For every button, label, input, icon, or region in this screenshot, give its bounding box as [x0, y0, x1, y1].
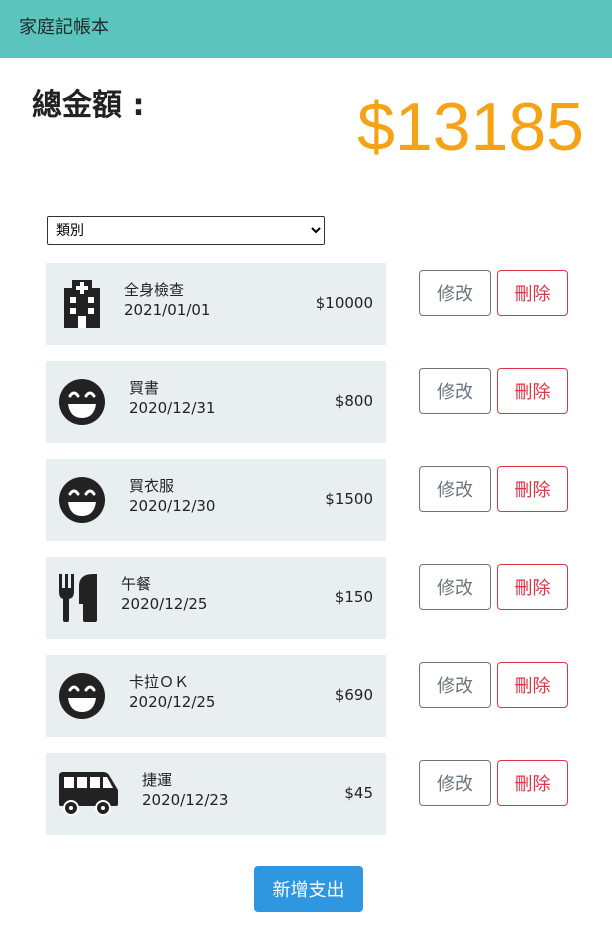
record-date: 2020/12/30: [129, 497, 216, 515]
category-filter-select[interactable]: 類別: [47, 216, 325, 245]
edit-button[interactable]: 修改: [419, 760, 491, 806]
record-name: 卡拉ＯＫ: [129, 673, 190, 691]
edit-button[interactable]: 修改: [419, 270, 491, 316]
record-amount: $150: [334, 588, 373, 606]
record-item: 午餐 2020/12/25 $150: [46, 557, 386, 639]
record-name: 買衣服: [129, 477, 175, 495]
delete-button[interactable]: 刪除: [497, 368, 568, 414]
smile-icon: [56, 475, 108, 525]
record-name: 午餐: [121, 575, 152, 593]
record-item: 買書 2020/12/31 $800: [46, 361, 386, 443]
delete-button[interactable]: 刪除: [497, 564, 568, 610]
record-date: 2020/12/23: [142, 791, 229, 809]
add-expense-button[interactable]: 新增支出: [254, 866, 363, 912]
record-date: 2020/12/25: [121, 595, 208, 613]
app-title[interactable]: 家庭記帳本: [19, 13, 109, 39]
edit-button[interactable]: 修改: [419, 466, 491, 512]
record-amount: $690: [334, 686, 373, 704]
delete-button[interactable]: 刪除: [497, 270, 568, 316]
record-item: 買衣服 2020/12/30 $1500: [46, 459, 386, 541]
navbar: 家庭記帳本: [0, 0, 612, 58]
record-item: 卡拉ＯＫ 2020/12/25 $690: [46, 655, 386, 737]
delete-button[interactable]: 刪除: [497, 760, 568, 806]
bus-icon: [56, 769, 120, 819]
record-name: 全身檢查: [124, 281, 185, 299]
record-amount: $10000: [315, 294, 373, 312]
hospital-icon: [56, 279, 108, 329]
smile-icon: [56, 671, 108, 721]
delete-button[interactable]: 刪除: [497, 466, 568, 512]
record-date: 2021/01/01: [124, 301, 211, 319]
utensils-icon: [56, 573, 100, 623]
total-label: 總金額 :: [32, 88, 145, 123]
edit-button[interactable]: 修改: [419, 564, 491, 610]
record-amount: $800: [334, 392, 373, 410]
edit-button[interactable]: 修改: [419, 662, 491, 708]
smile-icon: [56, 377, 108, 427]
total-amount: $13185: [357, 89, 584, 165]
record-date: 2020/12/25: [129, 693, 216, 711]
record-item: 全身檢查 2021/01/01 $10000: [46, 263, 386, 345]
record-name: 捷運: [142, 771, 173, 789]
record-name: 買書: [129, 379, 160, 397]
delete-button[interactable]: 刪除: [497, 662, 568, 708]
edit-button[interactable]: 修改: [419, 368, 491, 414]
record-item: 捷運 2020/12/23 $45: [46, 753, 386, 835]
record-amount: $1500: [325, 490, 373, 508]
record-date: 2020/12/31: [129, 399, 216, 417]
record-amount: $45: [344, 784, 373, 802]
